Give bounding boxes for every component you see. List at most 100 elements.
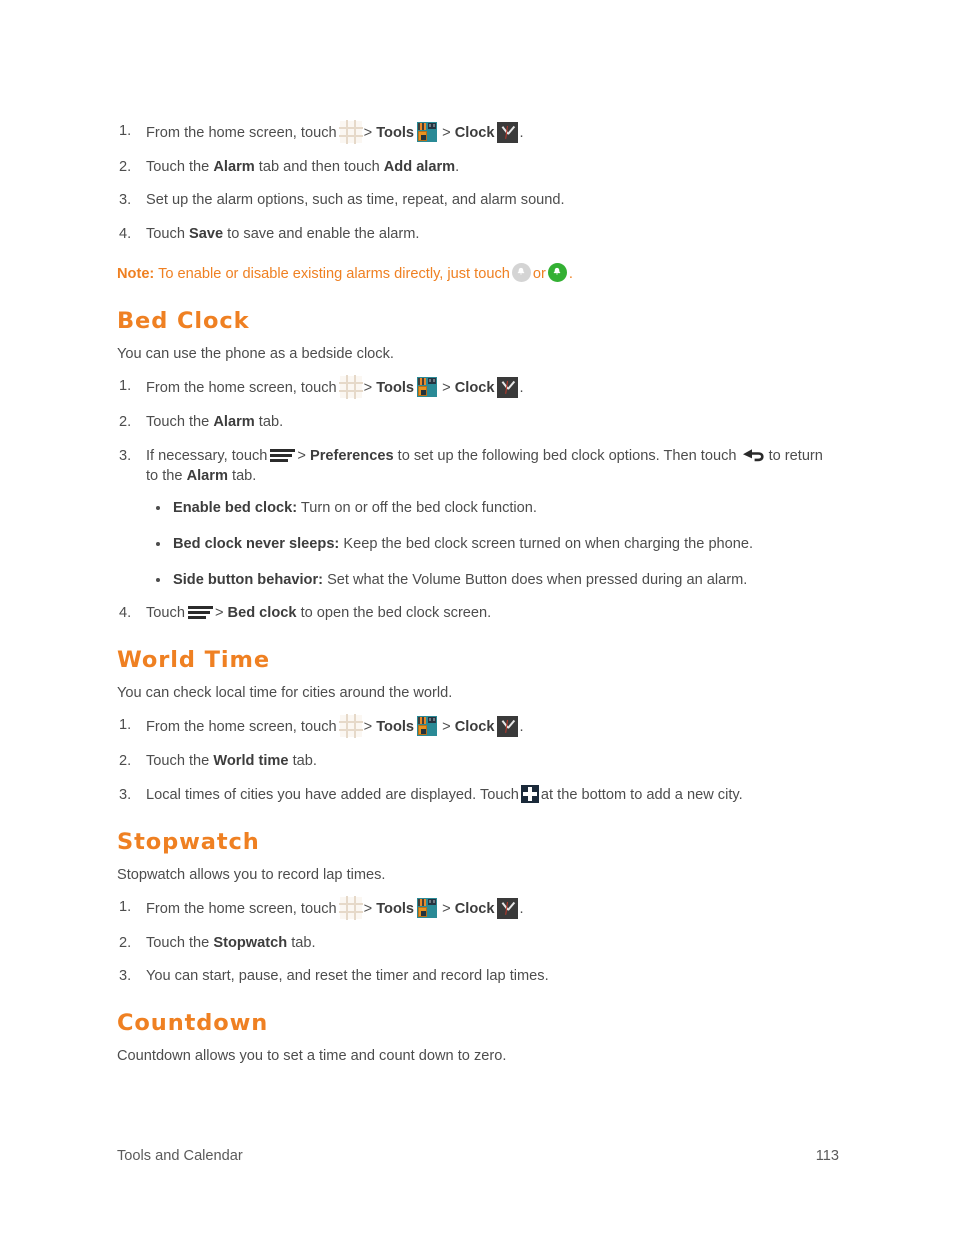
alarm-tab-label: Alarm xyxy=(213,158,255,175)
step-text: tab. xyxy=(258,414,284,431)
bed-clock-steps-list: From the home screen, touch > Tools > Clo… xyxy=(117,375,839,624)
alarm-steps-list: From the home screen, touch > Tools > Clo… xyxy=(117,120,839,245)
document-page: From the home screen, touch > Tools > Clo… xyxy=(0,0,954,1235)
page-title-stopwatch: Stopwatch xyxy=(117,828,260,855)
step-separator: > xyxy=(442,719,451,736)
list-item: Local times of cities you have added are… xyxy=(117,784,839,806)
clock-app-icon xyxy=(497,897,519,919)
bed-clock-label: Bed clock xyxy=(227,605,297,622)
world-time-tab-label: World time xyxy=(213,753,289,770)
list-item: Side button behavior: Set what the Volum… xyxy=(146,570,839,591)
tools-label: Tools xyxy=(376,380,415,397)
step-text: Touch xyxy=(146,226,185,243)
step-text: tab. xyxy=(291,934,316,951)
list-item: Touch > Bed clock to open the bed clock s… xyxy=(117,603,839,624)
note-period: . xyxy=(568,265,573,282)
step-text: From the home screen, touch xyxy=(146,125,337,141)
page-title-countdown: Countdown xyxy=(117,1009,269,1036)
option-label: Enable bed clock: xyxy=(173,500,298,517)
bed-clock-options-list: Enable bed clock: Turn on or off the bed… xyxy=(146,498,839,590)
step-text: From the home screen, touch xyxy=(146,380,337,397)
note-text: To enable or disable existing alarms dir… xyxy=(158,265,510,282)
list-item: From the home screen, touch > Tools > Clo… xyxy=(117,120,839,144)
list-item: Enable bed clock: Turn on or off the bed… xyxy=(146,498,839,519)
tools-app-icon xyxy=(417,122,438,142)
option-label: Bed clock never sleeps: xyxy=(173,535,340,552)
stopwatch-tab-label: Stopwatch xyxy=(213,934,288,951)
alarm-tab-label: Alarm xyxy=(213,414,255,431)
step-separator: > xyxy=(363,380,373,397)
step-text: Touch the xyxy=(146,414,210,431)
step-text: From the home screen, touch xyxy=(146,900,337,917)
step-period: . xyxy=(455,158,460,175)
clock-app-icon xyxy=(497,122,519,143)
list-item: You can start, pause, and reset the time… xyxy=(117,966,839,987)
option-text: Set what the Volume Button does when pre… xyxy=(327,571,748,588)
step-separator: > xyxy=(442,380,451,397)
stopwatch-section: Stopwatch Stopwatch allows you to record… xyxy=(117,828,839,987)
countdown-intro: Countdown allows you to set a time and c… xyxy=(117,1048,507,1065)
step-separator: > xyxy=(297,447,306,464)
step-text: to open the bed clock screen. xyxy=(300,605,492,622)
step-text: to set up the following bed clock option… xyxy=(397,447,737,464)
step-text: Touch xyxy=(146,605,185,622)
step-text: tab and then touch xyxy=(258,158,380,175)
world-time-section: World Time You can check local time for … xyxy=(117,646,839,805)
step-text: at the bottom to add a new city. xyxy=(540,786,743,803)
world-time-intro: You can check local time for cities arou… xyxy=(117,685,453,702)
bell-disabled-icon xyxy=(511,262,531,282)
step-separator: > xyxy=(363,900,373,917)
step-text: tab. xyxy=(292,753,317,770)
step-period: . xyxy=(519,900,524,917)
list-item: Touch Save to save and enable the alarm. xyxy=(117,224,839,245)
page-title-world-time: World Time xyxy=(117,647,270,674)
apps-grid-icon xyxy=(338,120,363,144)
clock-label: Clock xyxy=(454,125,495,141)
hamburger-menu-icon xyxy=(187,604,213,620)
list-item: From the home screen, touch > Tools > Clo… xyxy=(117,895,839,920)
back-arrow-icon xyxy=(741,448,766,463)
step-text: If necessary, touch xyxy=(146,447,268,464)
list-item: If necessary, touch > Preferences to set … xyxy=(117,446,839,591)
note-label: Note: xyxy=(117,265,155,282)
list-item: From the home screen, touch > Tools > Clo… xyxy=(117,714,839,739)
footer-page-number: 113 xyxy=(815,1148,839,1164)
footer-chapter: Tools and Calendar xyxy=(117,1148,243,1164)
option-label: Side button behavior: xyxy=(173,571,323,588)
clock-app-icon xyxy=(497,716,519,738)
step-period: . xyxy=(519,719,524,736)
tools-app-icon xyxy=(417,716,438,737)
list-item: Touch the Alarm tab and then touch Add a… xyxy=(117,157,839,178)
clock-label: Clock xyxy=(454,380,495,397)
hamburger-menu-icon xyxy=(270,447,296,463)
clock-label: Clock xyxy=(454,719,495,736)
list-item: Set up the alarm options, such as time, … xyxy=(117,190,839,211)
note-or: or xyxy=(532,265,546,282)
step-separator: > xyxy=(363,125,373,141)
note-paragraph: Note: To enable or disable existing alar… xyxy=(117,262,839,285)
step-separator: > xyxy=(363,719,373,736)
world-time-steps-list: From the home screen, touch > Tools > Clo… xyxy=(117,714,839,806)
bell-enabled-icon xyxy=(547,262,567,282)
list-item: Touch the Stopwatch tab. xyxy=(117,933,839,954)
step-text: Set up the alarm options, such as time, … xyxy=(146,192,565,209)
step-text: tab. xyxy=(232,468,257,485)
step-separator: > xyxy=(442,125,451,141)
tools-app-icon xyxy=(417,377,438,398)
tools-app-icon xyxy=(417,897,438,918)
stopwatch-steps-list: From the home screen, touch > Tools > Clo… xyxy=(117,895,839,987)
add-plus-icon xyxy=(520,784,539,803)
bed-clock-intro: You can use the phone as a bedside clock… xyxy=(117,346,394,363)
apps-grid-icon xyxy=(338,714,363,739)
page-footer: Tools and Calendar 113 xyxy=(117,1148,839,1164)
preferences-label: Preferences xyxy=(310,447,394,464)
list-item: Bed clock never sleeps: Keep the bed clo… xyxy=(146,534,839,555)
tools-label: Tools xyxy=(376,125,415,141)
step-text: From the home screen, touch xyxy=(146,719,337,736)
step-text: You can start, pause, and reset the time… xyxy=(146,968,549,985)
apps-grid-icon xyxy=(338,895,363,920)
list-item: Touch the Alarm tab. xyxy=(117,412,839,433)
save-label: Save xyxy=(189,226,224,243)
alarm-tab-label: Alarm xyxy=(186,468,228,485)
stopwatch-intro: Stopwatch allows you to record lap times… xyxy=(117,866,386,883)
